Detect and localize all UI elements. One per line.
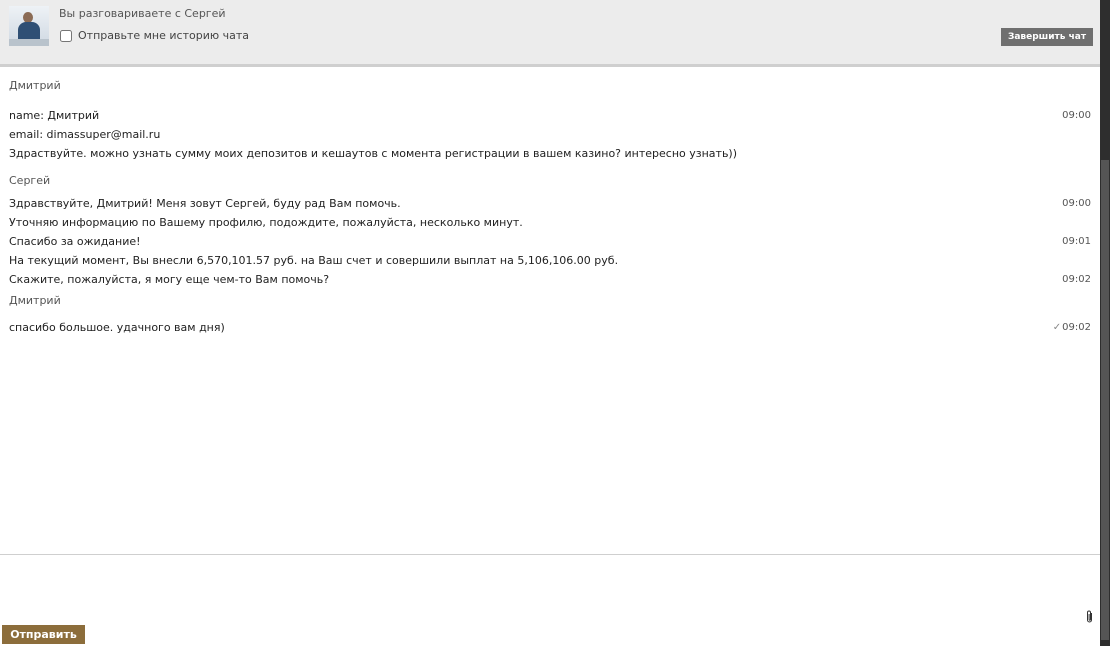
message-text: Здраствуйте. можно узнать сумму моих деп… (9, 147, 738, 160)
send-history-checkbox[interactable] (60, 29, 72, 42)
message-line: Уточняю информацию по Вашему профилю, по… (9, 213, 1091, 232)
message-line: Здраствуйте. можно узнать сумму моих деп… (9, 144, 1091, 163)
sender-name: Дмитрий (9, 79, 61, 92)
send-history-label: Отправьте мне историю чата (78, 29, 249, 42)
message-time: ✓09:02 (1052, 322, 1091, 333)
message-log: Дмитрий name: Дмитрий 09:00 email: dimas… (9, 67, 1091, 337)
message-text: Здравствуйте, Дмитрий! Меня зовут Сергей… (9, 197, 401, 210)
message-text: Уточняю информацию по Вашему профилю, по… (9, 216, 523, 229)
conversation-title: Вы разговариваете с Сергей (59, 7, 226, 20)
scrollbar-thumb[interactable] (1101, 160, 1109, 640)
message-time: 09:01 (1062, 236, 1091, 247)
send-history-option[interactable]: Отправьте мне историю чата (60, 29, 249, 42)
message-line: На текущий момент, Вы внесли 6,570,101.5… (9, 251, 1091, 270)
message-time: 09:02 (1062, 274, 1091, 285)
message-line: email: dimassuper@mail.ru (9, 125, 1091, 144)
message-line: спасибо большое. удачного вам дня) ✓09:0… (9, 318, 1091, 337)
message-input-area[interactable] (0, 555, 1100, 646)
message-text: спасибо большое. удачного вам дня) (9, 321, 225, 334)
message-line: Спасибо за ожидание! 09:01 (9, 232, 1091, 251)
message-time: 09:00 (1062, 110, 1091, 121)
message-text: Спасибо за ожидание! (9, 235, 141, 248)
delivered-check-icon: ✓ (1052, 322, 1062, 333)
scrollbar[interactable] (1100, 0, 1110, 646)
message-text: Скажите, пожалуйста, я могу еще чем-то В… (9, 273, 330, 286)
message-time: 09:00 (1062, 198, 1091, 209)
message-line: Скажите, пожалуйста, я могу еще чем-то В… (9, 270, 1091, 289)
end-chat-button[interactable]: Завершить чат (1001, 28, 1093, 46)
message-line: Здравствуйте, Дмитрий! Меня зовут Сергей… (9, 194, 1091, 213)
message-line: name: Дмитрий 09:00 (9, 106, 1091, 125)
sender-name: Дмитрий (9, 294, 61, 307)
message-text: email: dimassuper@mail.ru (9, 128, 161, 141)
operator-avatar (9, 6, 49, 46)
paperclip-icon[interactable] (1085, 610, 1094, 624)
message-text: name: Дмитрий (9, 109, 100, 122)
message-text: На текущий момент, Вы внесли 6,570,101.5… (9, 254, 619, 267)
send-button[interactable]: Отправить (2, 625, 85, 644)
sender-name: Сергей (9, 174, 51, 187)
chat-header: Вы разговариваете с Сергей Отправьте мне… (0, 0, 1100, 67)
